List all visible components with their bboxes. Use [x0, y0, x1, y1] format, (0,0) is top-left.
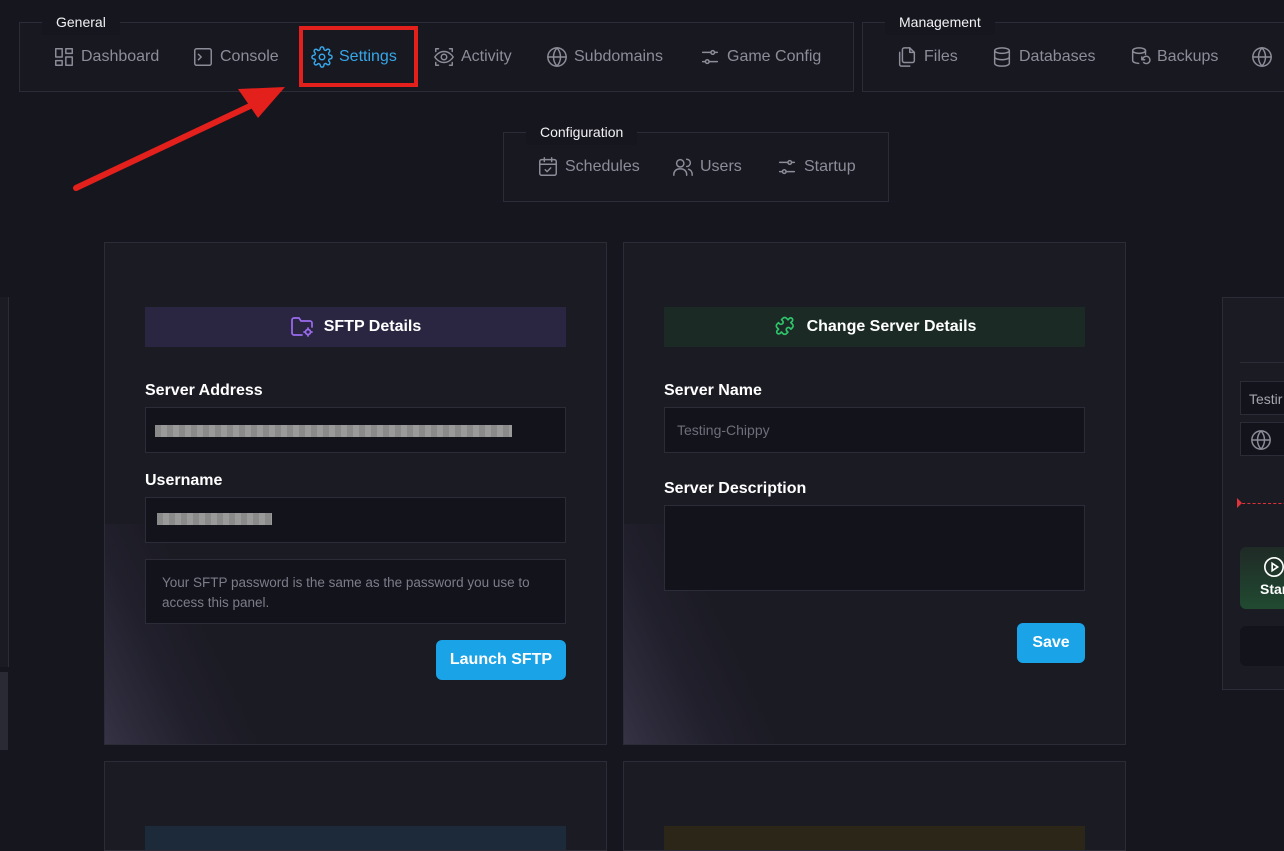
sliders-icon: [701, 49, 719, 65]
side-panel-name-text: Testir: [1249, 391, 1283, 407]
sftp-details-title: SFTP Details: [323, 318, 422, 335]
nav-item-label: Schedules: [565, 158, 640, 175]
nav-item-label: Console: [220, 48, 279, 65]
change-server-details-title: Change Server Details: [806, 318, 977, 335]
server-description-label: Server Description: [664, 480, 807, 497]
side-panel-name-field[interactable]: Testir: [1240, 381, 1284, 415]
nav-item-subdomains[interactable]: Subdomains: [546, 46, 663, 68]
sftp-password-note-text: Your SFTP password is the same as the pa…: [162, 575, 530, 610]
nav-group-configuration: Configuration Schedules Users Startup: [503, 119, 889, 202]
users-icon: [673, 158, 693, 176]
sftp-details-card: SFTP Details Server Address Username You…: [104, 242, 607, 745]
nav-item-startup[interactable]: Startup: [776, 156, 856, 178]
username-label: Username: [145, 472, 223, 489]
side-panel-divider: [1240, 362, 1284, 363]
server-address-field[interactable]: [145, 407, 566, 453]
nav-item-backups[interactable]: Backups: [1129, 46, 1218, 68]
nav-group-label: Management: [885, 9, 995, 35]
globe-icon: [1251, 430, 1271, 450]
nav-item-label: Startup: [804, 158, 856, 175]
change-server-details-header: Change Server Details: [664, 307, 1085, 347]
nav-item-partial[interactable]: [1251, 46, 1273, 68]
annotation-highlight-box: [299, 26, 418, 87]
console-icon: [194, 48, 212, 66]
side-panel-address-field[interactable]: [1240, 422, 1284, 456]
nav-item-label: Dashboard: [81, 48, 160, 65]
globe-icon: [1252, 47, 1272, 67]
bottom-left-card: [104, 761, 607, 851]
nav-item-users[interactable]: Users: [672, 156, 742, 178]
backup-icon: [1131, 47, 1151, 65]
files-icon: [898, 47, 916, 67]
change-server-details-card: Change Server Details Server Name Server…: [623, 242, 1126, 745]
server-address-label: Server Address: [145, 382, 263, 399]
nav-item-files[interactable]: Files: [896, 46, 958, 68]
nav-item-label: Game Config: [727, 48, 822, 65]
nav-item-console[interactable]: Console: [192, 46, 279, 68]
folder-gear-icon: [290, 317, 313, 337]
dashboard-icon: [55, 48, 73, 66]
left-edge-panel: [0, 297, 9, 667]
nav-item-activity[interactable]: Activity: [433, 46, 512, 68]
annotation-arrow-icon: [73, 87, 285, 191]
nav-item-label: Files: [924, 48, 958, 65]
sftp-password-note: Your SFTP password is the same as the pa…: [145, 559, 566, 624]
nav-group-label: Configuration: [526, 119, 638, 145]
nav-group-management: Management Files Databases Backups: [862, 9, 1284, 92]
card-glow: [105, 524, 265, 744]
server-name-label: Server Name: [664, 382, 762, 399]
globe-icon: [547, 47, 567, 67]
launch-sftp-button[interactable]: Launch SFTP: [436, 640, 566, 680]
calendar-icon: [539, 157, 557, 176]
nav-group-label: General: [42, 9, 120, 35]
username-field[interactable]: [145, 497, 566, 543]
nav-item-label: Users: [700, 158, 742, 175]
sliders-icon: [778, 159, 796, 175]
redacted-username: [157, 513, 272, 525]
nav-item-label: Databases: [1019, 48, 1096, 65]
play-icon: [1264, 557, 1284, 577]
side-panel-marker-icon: [1237, 498, 1242, 508]
nav-item-dashboard[interactable]: Dashboard: [53, 46, 159, 68]
sftp-details-header: SFTP Details: [145, 307, 566, 347]
server-description-textarea[interactable]: [664, 505, 1085, 591]
start-button[interactable]: Star: [1240, 547, 1284, 609]
redacted-server-address: [155, 425, 512, 437]
server-name-input[interactable]: [664, 407, 1085, 453]
side-panel: Testir Star: [1222, 297, 1284, 690]
side-panel-marker-line: [1237, 503, 1284, 504]
activity-icon: [434, 48, 454, 66]
start-button-label: Star: [1260, 581, 1284, 597]
left-edge-panel-lower: [0, 672, 8, 750]
nav-item-game-config[interactable]: Game Config: [699, 46, 821, 68]
nav-item-label: Activity: [461, 48, 512, 65]
database-icon: [993, 47, 1011, 67]
save-button[interactable]: Save: [1017, 623, 1085, 663]
puzzle-icon: [775, 316, 794, 336]
nav-item-label: Subdomains: [574, 48, 663, 65]
bottom-right-card: [623, 761, 1126, 851]
nav-item-schedules[interactable]: Schedules: [537, 156, 640, 178]
side-panel-secondary-button[interactable]: [1240, 626, 1284, 666]
nav-item-label: Backups: [1157, 48, 1219, 65]
nav-item-databases[interactable]: Databases: [991, 46, 1096, 68]
